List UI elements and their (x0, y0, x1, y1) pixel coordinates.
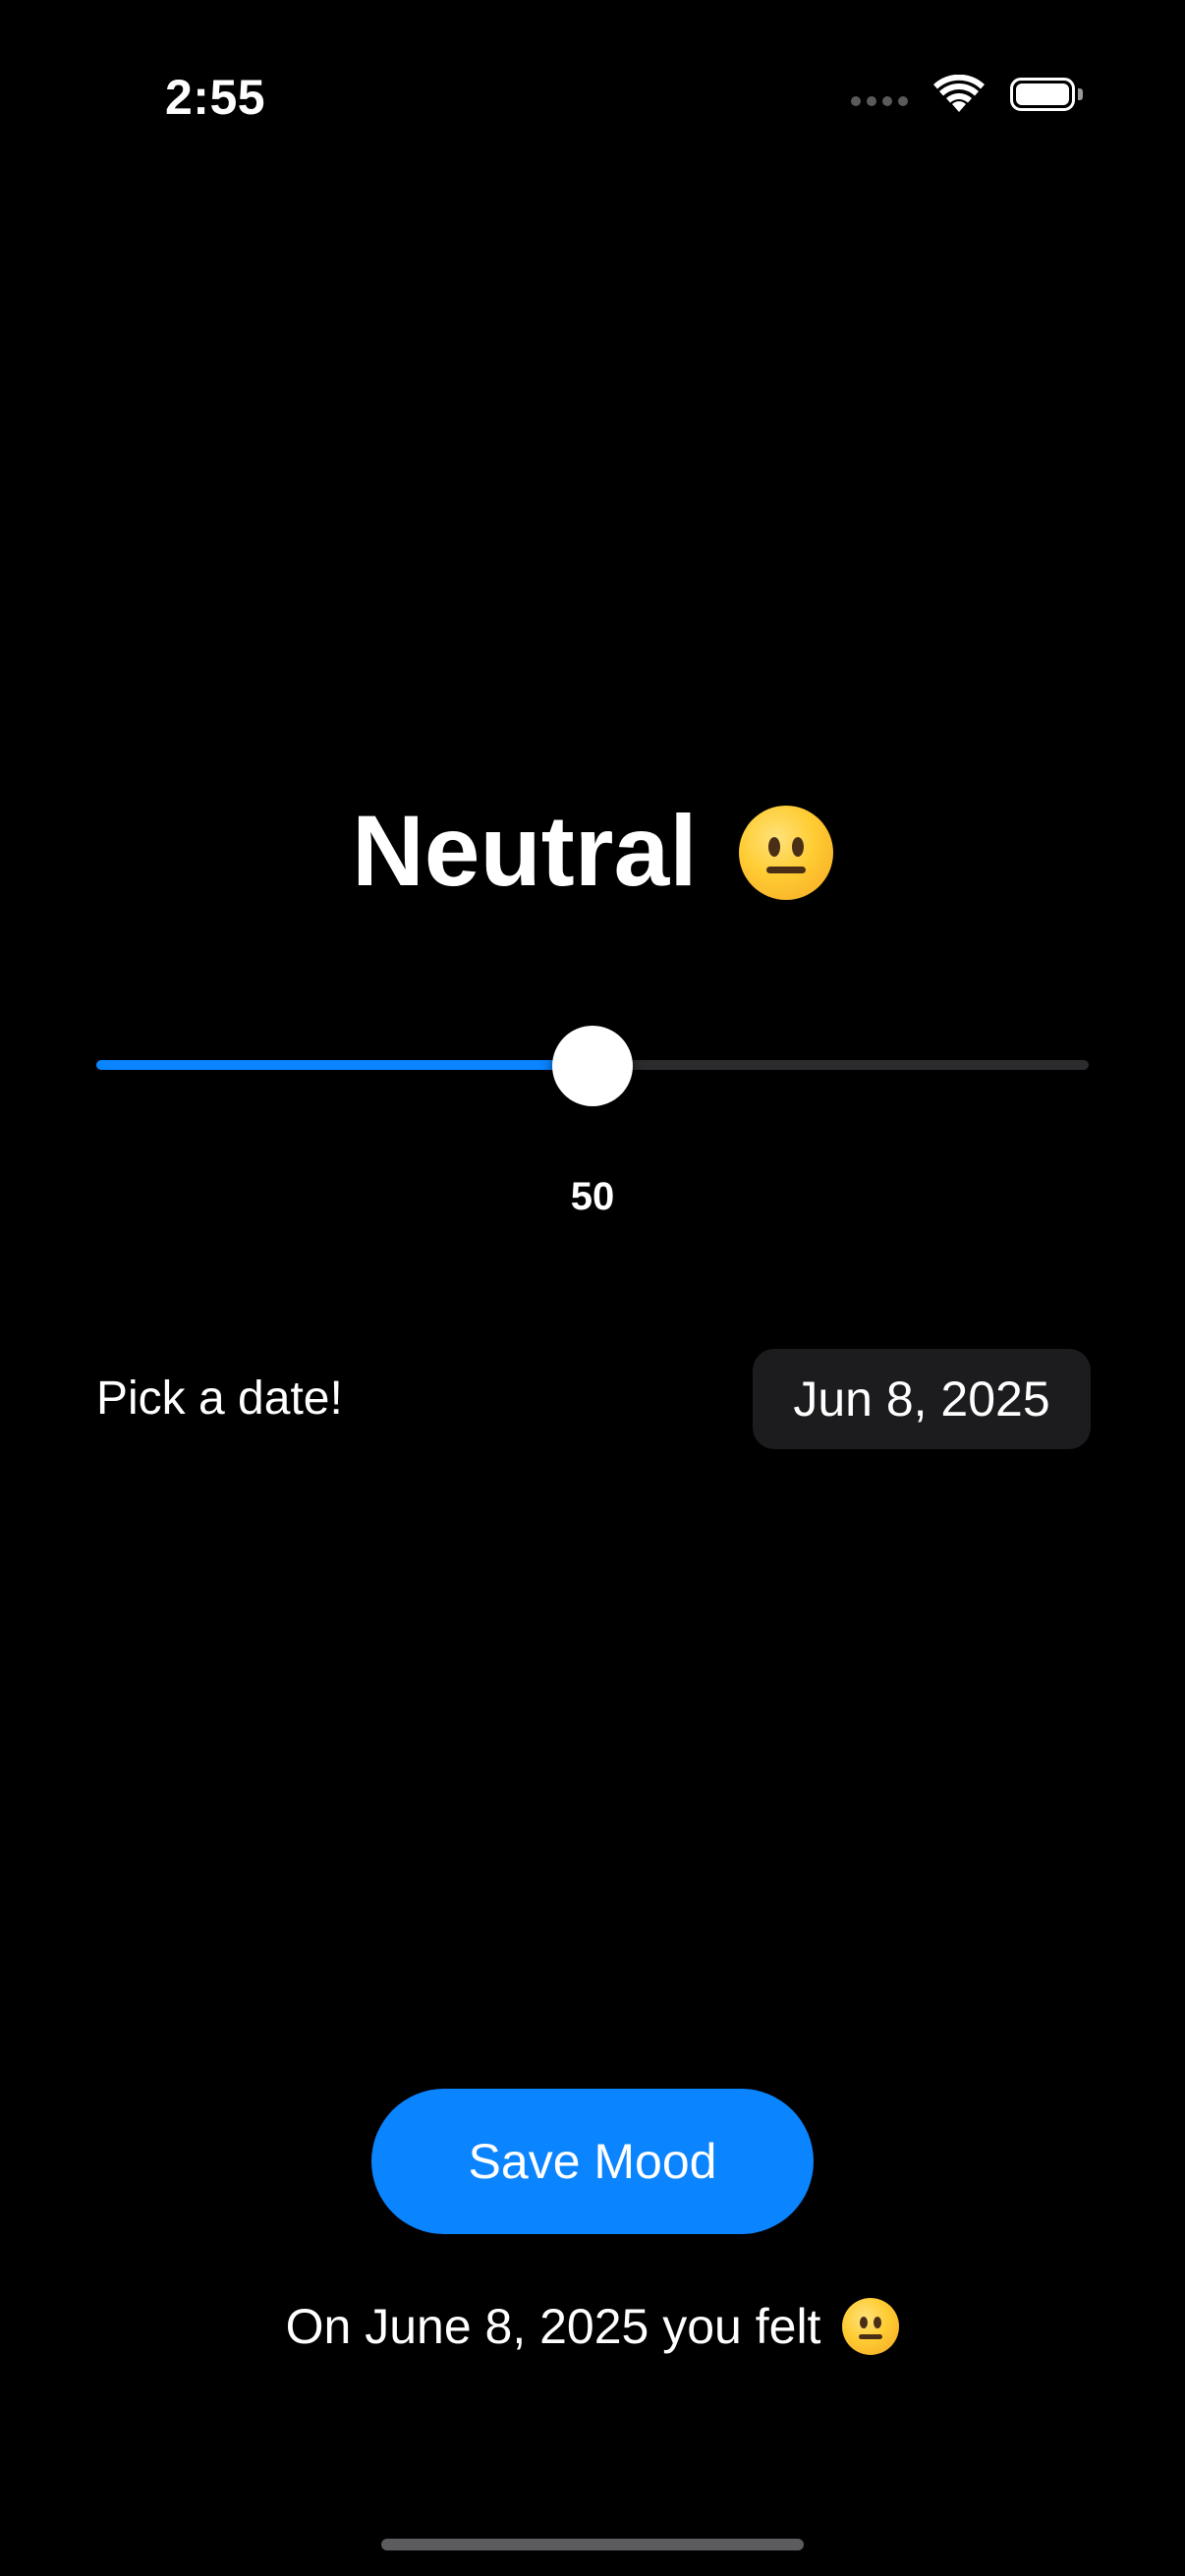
neutral-face-icon (842, 2297, 900, 2355)
mood-title: Neutral (0, 794, 1185, 908)
save-mood-label: Save Mood (468, 2134, 717, 2189)
wifi-icon (933, 75, 985, 114)
neutral-face-icon (738, 806, 833, 901)
mood-label: Neutral (352, 795, 698, 907)
date-picker-label: Pick a date! (96, 1372, 343, 1425)
mood-slider[interactable] (96, 1026, 1089, 1106)
date-picker-value: Jun 8, 2025 (793, 1372, 1050, 1427)
slider-thumb[interactable] (552, 1026, 633, 1106)
cellular-dots-icon (851, 96, 908, 106)
result-message: On June 8, 2025 you felt (0, 2295, 1185, 2358)
battery-icon (1010, 78, 1083, 111)
save-mood-button[interactable]: Save Mood (371, 2089, 814, 2234)
slider-value-label: 50 (570, 1175, 615, 1218)
status-indicators (851, 75, 1083, 114)
result-text: On June 8, 2025 you felt (285, 2299, 821, 2354)
battery-fill (1016, 84, 1069, 105)
slider-fill (96, 1060, 592, 1070)
status-time: 2:55 (165, 70, 266, 125)
date-picker-button[interactable]: Jun 8, 2025 (753, 1349, 1091, 1449)
home-indicator[interactable] (381, 2539, 804, 2550)
